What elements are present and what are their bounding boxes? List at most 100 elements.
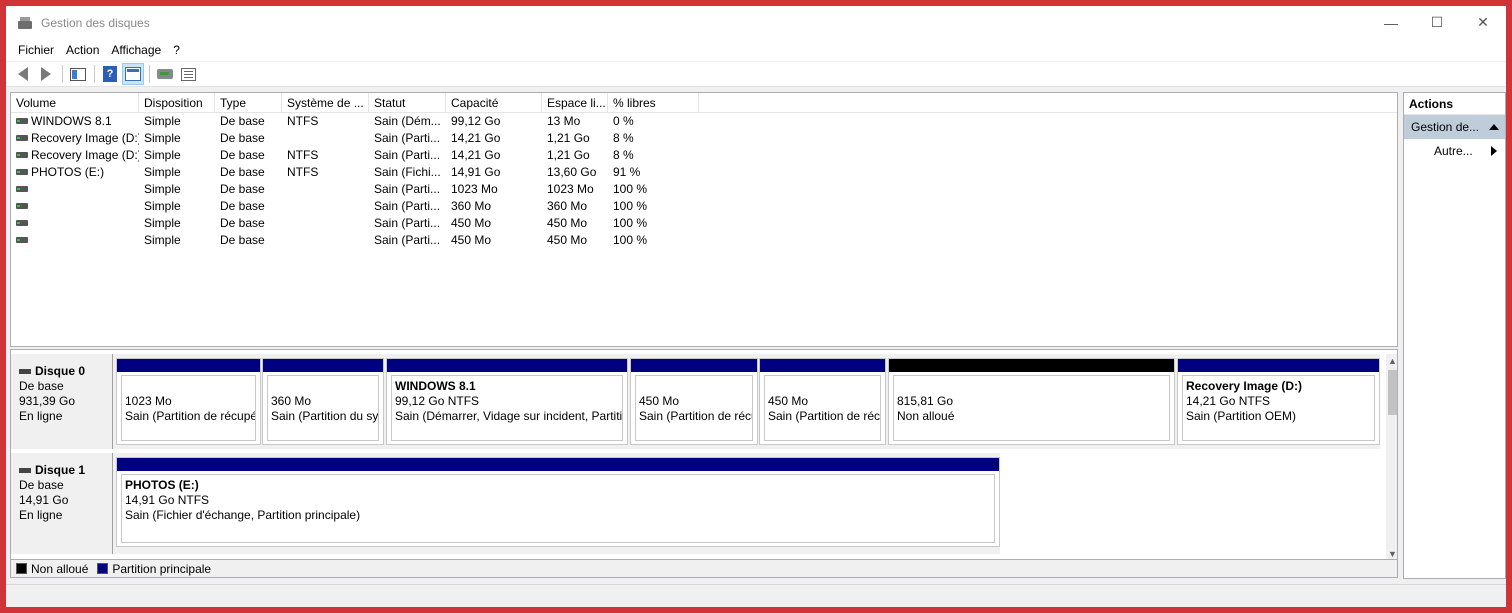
table-row[interactable]: Simple De base Sain (Parti... 450 Mo 450 Mo 1… <box>11 232 1397 249</box>
cell-capacity: 1023 Mo <box>451 182 498 196</box>
volume-icon <box>16 151 28 158</box>
table-row[interactable]: PHOTOS (E:) Simple De base NTFS Sain (Fichi.… <box>11 164 1397 181</box>
back-button[interactable] <box>12 63 34 85</box>
partition-block[interactable]: 450 Mo Sain (Partition de récu <box>630 358 758 445</box>
disk-info[interactable]: Disque 0 De base 931,39 Go En ligne <box>11 354 113 449</box>
menu-help[interactable]: ? <box>167 43 186 57</box>
cell-volume: PHOTOS (E:) <box>11 164 139 181</box>
table-row[interactable]: Simple De base Sain (Parti... 1023 Mo 1023 M… <box>11 181 1397 198</box>
scroll-thumb[interactable] <box>1388 370 1397 415</box>
show-hide-action-pane-button[interactable] <box>122 63 144 85</box>
disk-management-window: Gestion des disques — ☐ ✕ Fichier Action… <box>6 6 1506 607</box>
disk-name-label: Disque 0 <box>35 364 86 378</box>
cell-filesystem: NTFS <box>287 165 319 179</box>
volume-rows: WINDOWS 8.1 Simple De base NTFS Sain (Dém...… <box>11 113 1397 249</box>
cell-free-space: 1,21 Go <box>547 131 590 145</box>
cell-filesystem <box>282 181 369 198</box>
disk-management-app-icon <box>17 16 33 30</box>
actions-item-more[interactable]: Autre... <box>1404 139 1505 163</box>
volume-icon <box>16 202 28 209</box>
volume-name: Recovery Image (D:) <box>31 131 139 145</box>
volume-icon <box>16 236 28 243</box>
rescan-disks-button[interactable] <box>154 63 176 85</box>
disk-icon <box>19 369 31 374</box>
partition-name: PHOTOS (E:) <box>125 478 199 492</box>
partition-block[interactable]: 450 Mo Sain (Partition de récu <box>759 358 886 445</box>
cell-disposition: Simple <box>144 114 181 128</box>
cell-filesystem: NTFS <box>287 114 319 128</box>
vertical-scrollbar[interactable]: ▲ ▼ <box>1386 354 1397 559</box>
partition-type-bar <box>117 458 999 471</box>
partition-details: WINDOWS 8.1 99,12 Go NTFS Sain (Démarrer, … <box>391 375 623 441</box>
actions-title: Actions <box>1404 93 1505 115</box>
table-row[interactable]: Recovery Image (D:) Simple De base Sain (Pa… <box>11 130 1397 147</box>
cell-type: De base <box>220 199 265 213</box>
scroll-up-icon[interactable]: ▲ <box>1386 354 1397 368</box>
partition-block[interactable]: 815,81 Go Non alloué <box>888 358 1175 445</box>
menu-affichage[interactable]: Affichage <box>105 43 167 57</box>
properties-button[interactable] <box>177 63 199 85</box>
partition-status: Sain (Partition de récupé <box>125 409 256 423</box>
partition-details: 1023 Mo Sain (Partition de récupé <box>121 375 256 441</box>
toolbar-separator <box>62 65 63 83</box>
column-header-percent-free[interactable]: % libres <box>608 93 699 113</box>
cell-type: De base <box>220 148 265 162</box>
disk-type: De base <box>19 379 64 393</box>
partition-block[interactable]: 1023 Mo Sain (Partition de récupé <box>116 358 261 445</box>
menu-fichier[interactable]: Fichier <box>12 43 60 57</box>
partition-block[interactable]: Recovery Image (D:) 14,21 Go NTFS Sain (Pa… <box>1177 358 1380 445</box>
table-row[interactable]: Recovery Image (D:) Simple De base NTFS Sain… <box>11 147 1397 164</box>
cell-status: Sain (Parti... <box>374 131 441 145</box>
legend-swatch <box>16 563 27 574</box>
forward-button[interactable] <box>35 63 57 85</box>
cell-percent-free: 0 % <box>613 114 634 128</box>
cell-disposition: Simple <box>144 216 181 230</box>
volume-name: WINDOWS 8.1 <box>31 114 112 128</box>
table-row[interactable]: Simple De base Sain (Parti... 450 Mo 450 Mo 1… <box>11 215 1397 232</box>
cell-status: Sain (Fichi... <box>374 165 441 179</box>
table-row[interactable]: Simple De base Sain (Parti... 360 Mo 360 Mo 1… <box>11 198 1397 215</box>
partition-block[interactable]: PHOTOS (E:) 14,91 Go NTFS Sain (Fichier d'… <box>116 457 1000 547</box>
partition-details: 450 Mo Sain (Partition de récu <box>635 375 753 441</box>
volume-list[interactable]: Volume Disposition Type Système de ... S… <box>10 92 1398 347</box>
forward-arrow-icon <box>41 67 51 81</box>
help-button[interactable]: ? <box>99 63 121 85</box>
rescan-disk-icon <box>157 69 173 79</box>
column-header-status[interactable]: Statut <box>369 93 446 113</box>
show-hide-console-tree-button[interactable] <box>67 63 89 85</box>
actions-group-disk-management[interactable]: Gestion de... <box>1404 115 1505 139</box>
cell-percent-free: 91 % <box>613 165 641 179</box>
cell-status: Sain (Dém... <box>374 114 441 128</box>
cell-status: Sain (Parti... <box>374 199 441 213</box>
partition-type-bar <box>387 359 627 372</box>
disk-graphical-view: Disque 0 De base 931,39 Go En ligne 1023 Mo S… <box>10 349 1398 560</box>
minimize-button[interactable]: — <box>1368 6 1414 39</box>
disk-info[interactable]: Disque 1 De base 14,91 Go En ligne <box>11 453 113 554</box>
cell-type: De base <box>220 131 265 145</box>
partition-block[interactable]: WINDOWS 8.1 99,12 Go NTFS Sain (Démarrer, … <box>386 358 628 445</box>
column-header-free-space[interactable]: Espace li... <box>542 93 608 113</box>
cell-volume: Recovery Image (D:) <box>11 130 139 147</box>
close-button[interactable]: ✕ <box>1460 6 1506 39</box>
properties-icon <box>180 67 196 81</box>
volume-icon <box>16 117 28 124</box>
disk-row: Disque 0 De base 931,39 Go En ligne 1023 Mo S… <box>11 354 1380 449</box>
column-header-disposition[interactable]: Disposition <box>139 93 215 113</box>
column-header-filesystem[interactable]: Système de ... <box>282 93 369 113</box>
maximize-button[interactable]: ☐ <box>1414 6 1460 39</box>
partition-details: 360 Mo Sain (Partition du sys <box>267 375 379 441</box>
view-icon <box>125 67 141 81</box>
cell-disposition: Simple <box>144 233 181 247</box>
cell-volume: Recovery Image (D:) <box>11 147 139 164</box>
table-row[interactable]: WINDOWS 8.1 Simple De base NTFS Sain (Dém...… <box>11 113 1397 130</box>
partition-status: Sain (Démarrer, Vidage sur incident, Par… <box>395 409 623 423</box>
column-header-volume[interactable]: Volume <box>11 93 139 113</box>
cell-filesystem <box>282 130 369 147</box>
cell-free-space: 360 Mo <box>547 199 588 213</box>
cell-status: Sain (Parti... <box>374 148 441 162</box>
partition-block[interactable]: 360 Mo Sain (Partition du sys <box>262 358 384 445</box>
disk-status: En ligne <box>19 409 63 423</box>
column-header-capacity[interactable]: Capacité <box>446 93 542 113</box>
column-header-type[interactable]: Type <box>215 93 282 113</box>
menu-action[interactable]: Action <box>60 43 105 57</box>
